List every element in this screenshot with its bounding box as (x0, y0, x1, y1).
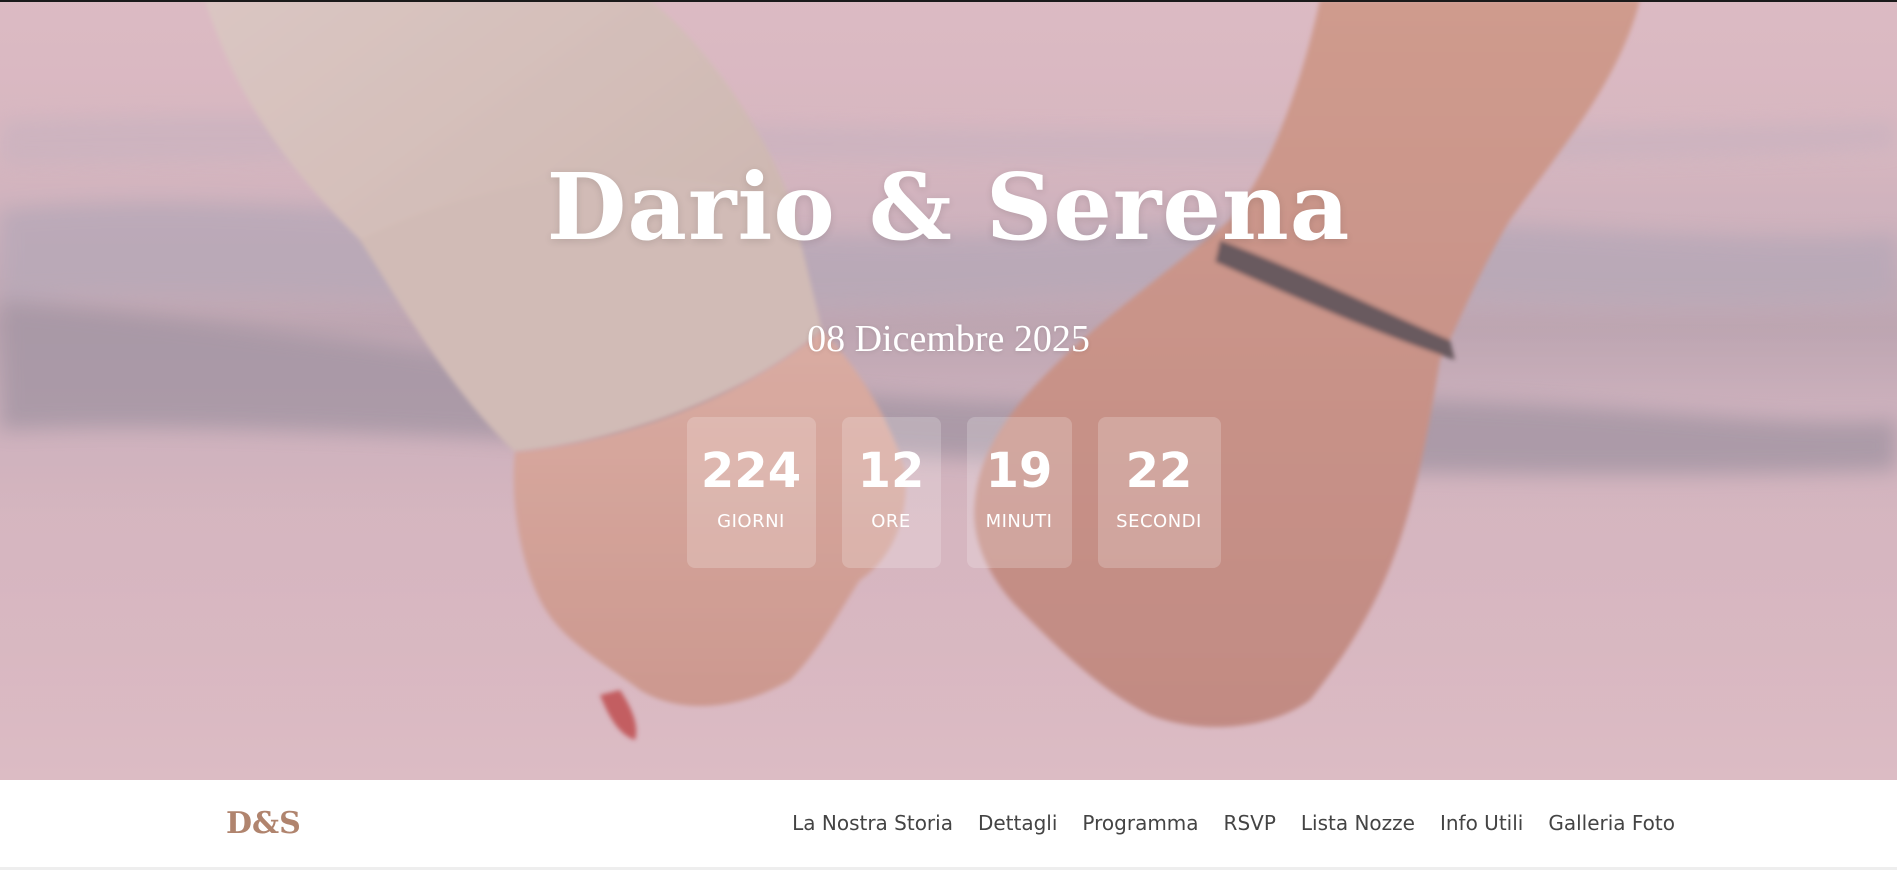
countdown-days: 224 GIORNI (686, 417, 816, 568)
nav-item-galleria-foto: Galleria Foto (1548, 810, 1675, 836)
main-navbar: D&S La Nostra Storia Dettagli Programma … (0, 780, 1897, 870)
nav-link-rsvp[interactable]: RSVP (1224, 811, 1276, 835)
nav-link-info-utili[interactable]: Info Utili (1440, 811, 1523, 835)
hero-section: Dario & Serena 08 Dicembre 2025 224 GIOR… (0, 0, 1897, 780)
countdown-days-value: 224 (700, 443, 802, 499)
couple-names-title: Dario & Serena (546, 153, 1351, 261)
countdown-seconds: 22 SECONDI (1097, 417, 1221, 568)
nav-item-lista-nozze: Lista Nozze (1301, 810, 1415, 836)
countdown-minutes-label: MINUTI (985, 511, 1053, 532)
nav-links: La Nostra Storia Dettagli Programma RSVP… (792, 810, 1675, 836)
nav-item-la-nostra-storia: La Nostra Storia (792, 810, 953, 836)
hero-content: Dario & Serena 08 Dicembre 2025 224 GIOR… (0, 0, 1897, 780)
nav-item-dettagli: Dettagli (978, 810, 1057, 836)
countdown-hours: 12 ORE (841, 417, 941, 568)
countdown-hours-label: ORE (871, 511, 911, 532)
wedding-date: 08 Dicembre 2025 (807, 318, 1090, 360)
nav-link-la-nostra-storia[interactable]: La Nostra Storia (792, 811, 953, 835)
brand-logo-link[interactable]: D&S (226, 804, 301, 844)
top-border (0, 0, 1897, 2)
nav-link-dettagli[interactable]: Dettagli (978, 811, 1057, 835)
nav-link-lista-nozze[interactable]: Lista Nozze (1301, 811, 1415, 835)
page: Dario & Serena 08 Dicembre 2025 224 GIOR… (0, 0, 1897, 870)
countdown-minutes: 19 MINUTI (966, 417, 1072, 568)
countdown-seconds-label: SECONDI (1116, 511, 1202, 532)
countdown-days-label: GIORNI (717, 511, 785, 532)
nav-link-programma[interactable]: Programma (1082, 811, 1198, 835)
countdown-hours-value: 12 (857, 443, 925, 499)
countdown-timer: 224 GIORNI 12 ORE 19 MINUTI 22 SECONDI (5, 417, 1897, 568)
nav-item-programma: Programma (1082, 810, 1198, 836)
nav-item-rsvp: RSVP (1224, 810, 1276, 836)
nav-link-galleria-foto[interactable]: Galleria Foto (1548, 811, 1675, 835)
countdown-minutes-value: 19 (985, 443, 1053, 499)
countdown-seconds-value: 22 (1125, 443, 1193, 499)
nav-item-info-utili: Info Utili (1440, 810, 1523, 836)
